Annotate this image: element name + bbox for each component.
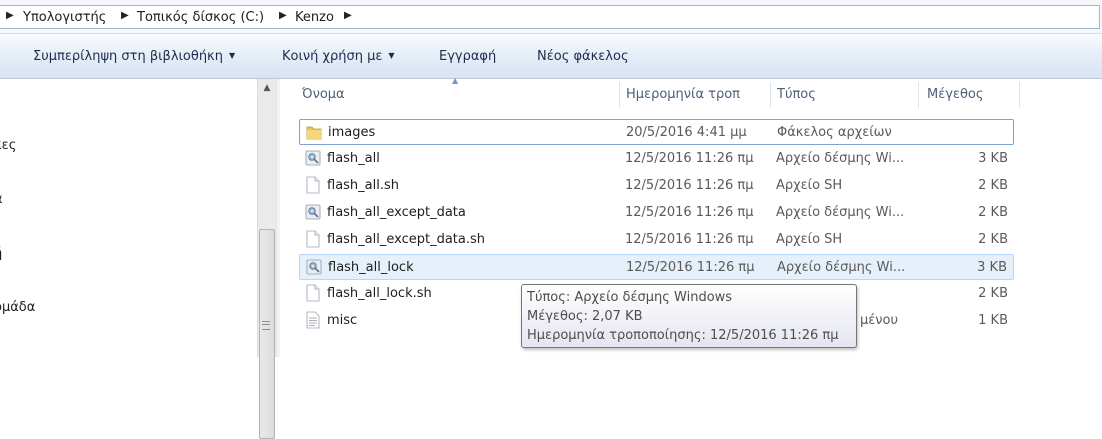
file-name: flash_all_lock.sh [327,286,432,301]
text-file-icon [305,311,321,329]
breadcrumb[interactable]: ▶ Υπολογιστής ▶ Τοπικός δίσκος (C:) ▶ Ke… [0,5,1100,29]
navigation-scrollbar[interactable]: ▲ [257,79,276,439]
chevron-right-icon[interactable]: ▶ [121,10,129,21]
file-date: 12/5/2016 11:26 πμ [625,151,754,166]
nav-item[interactable]: ή [0,246,2,261]
file-row[interactable]: flash_all_lock 12/5/2016 11:26 πμ Αρχείο δ… [299,254,1014,280]
file-type: μένου [860,313,899,328]
column-divider[interactable] [918,82,919,108]
file-date: 12/5/2016 11:26 πμ [625,178,754,193]
navigation-pane: κες α ή ομάδα [0,79,257,357]
file-type: Αρχείο δέσμης Wi... [776,205,905,220]
file-row[interactable]: flash_all.sh 12/5/2016 11:26 πμ Αρχείο SH 2… [299,173,1014,199]
file-name: flash_all_lock [328,260,414,275]
chevron-right-icon[interactable]: ▶ [6,10,14,21]
breadcrumb-kenzo[interactable]: Kenzo [295,10,334,25]
file-size: 2 KB [978,178,1008,193]
chevron-right-icon[interactable]: ▶ [279,10,287,21]
file-row[interactable]: images 20/5/2016 4:41 μμ Φάκελος αρχείων [299,119,1014,145]
file-date: 12/5/2016 11:26 πμ [626,260,755,275]
file-row[interactable]: flash_all 12/5/2016 11:26 πμ Αρχείο δέσμης… [299,146,1014,172]
batch-file-icon [305,203,321,221]
file-name: images [328,125,376,140]
include-in-library-label: Συμπερίληψη στη βιβλιοθήκη [33,49,223,64]
tooltip-date: Ημερομηνία τροποποίησης: 12/5/2016 11:26… [527,328,839,343]
grip-icon [262,321,270,330]
include-in-library-button[interactable]: Συμπερίληψη στη βιβλιοθήκη ▼ [33,49,235,64]
file-row[interactable]: flash_all_except_data.sh 12/5/2016 11:26 … [299,227,1014,253]
file-size: 3 KB [977,260,1007,275]
folder-icon [306,123,322,141]
file-type: Αρχείο SH [776,178,843,193]
file-type: Αρχείο δέσμης Wi... [776,151,905,166]
new-folder-button[interactable]: Νέος φάκελος [537,49,629,64]
column-header-name[interactable]: Όνομα [302,87,345,102]
tooltip-size: Μέγεθος: 2,07 KB [527,309,643,324]
batch-file-icon [305,149,321,167]
file-size: 1 KB [978,313,1008,328]
file-date: 12/5/2016 11:26 πμ [625,205,754,220]
command-bar: Συμπερίληψη στη βιβλιοθήκη ▼ Κοινή χρήση … [0,34,1102,79]
file-name: flash_all [327,151,380,166]
file-name: flash_all.sh [327,178,400,193]
breadcrumb-local-disk[interactable]: Τοπικός δίσκος (C:) [137,10,264,25]
file-icon [305,284,321,302]
sort-ascending-icon: ▲ [452,76,459,85]
file-type: Αρχείο δέσμης Wi... [777,260,906,275]
breadcrumb-computer[interactable]: Υπολογιστής [23,10,106,25]
tooltip-type: Τύπος: Αρχείο δέσμης Windows [527,290,733,305]
file-date: 20/5/2016 4:41 μμ [626,125,747,140]
nav-item[interactable]: α [0,192,3,207]
file-name: flash_all_except_data [327,205,466,220]
batch-file-icon [306,258,322,276]
pane-splitter[interactable] [276,79,280,357]
file-type: Αρχείο SH [776,232,843,247]
column-divider[interactable] [1019,82,1020,108]
nav-item[interactable]: κες [0,138,16,153]
file-icon [305,176,321,194]
burn-button[interactable]: Εγγραφή [439,49,496,64]
file-icon [305,230,321,248]
column-divider[interactable] [619,82,620,108]
file-name: flash_all_except_data.sh [327,232,486,247]
file-size: 2 KB [978,205,1008,220]
share-with-label: Κοινή χρήση με [282,49,383,64]
nav-item[interactable]: ομάδα [0,300,35,315]
file-size: 3 KB [978,151,1008,166]
share-with-button[interactable]: Κοινή χρήση με ▼ [282,49,395,64]
file-row[interactable]: flash_all_except_data 12/5/2016 11:26 πμ Α… [299,200,1014,226]
address-bar: ▶ Υπολογιστής ▶ Τοπικός δίσκος (C:) ▶ Ke… [0,0,1102,34]
scroll-up-arrow-icon[interactable]: ▲ [258,79,276,97]
file-type: Φάκελος αρχείων [777,125,892,140]
caret-down-icon: ▼ [228,51,236,60]
file-info-tooltip: Τύπος: Αρχείο δέσμης Windows Μέγεθος: 2,… [521,284,857,348]
file-date: 12/5/2016 11:26 πμ [625,232,754,247]
file-size: 2 KB [978,232,1008,247]
column-header-date[interactable]: Ημερομηνία τροπ [626,87,740,102]
column-header-size[interactable]: Μέγεθος [927,87,984,102]
scrollbar-thumb[interactable] [259,229,275,439]
column-divider[interactable] [770,82,771,108]
caret-down-icon: ▼ [388,51,395,60]
column-header-type[interactable]: Τύπος [777,87,816,102]
file-size: 2 KB [978,286,1008,301]
chevron-right-icon[interactable]: ▶ [344,10,352,21]
file-name: misc [327,313,358,328]
